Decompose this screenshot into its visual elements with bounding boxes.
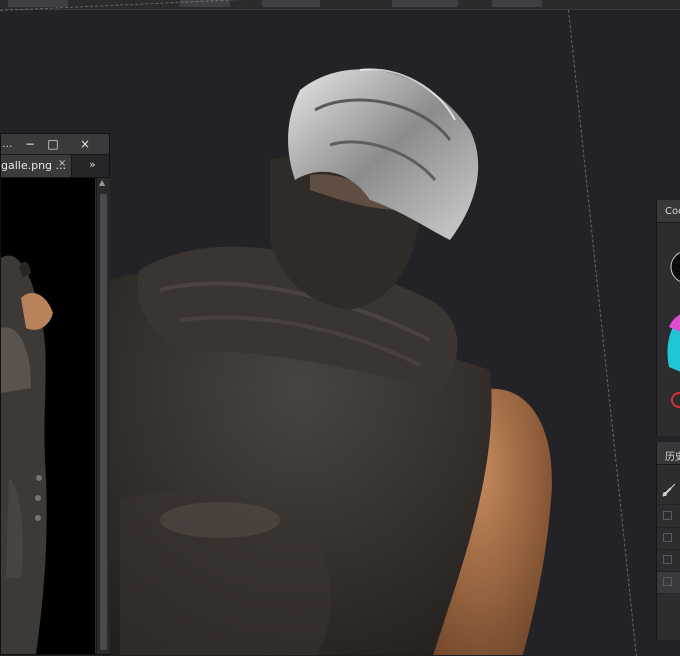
history-panel-title: 历史 [665,448,680,463]
minimize-button[interactable]: − [21,136,39,152]
maximize-button[interactable]: □ [44,136,62,152]
brush-icon [661,482,677,498]
document-tab-row: galle.png ... × » [1,155,109,178]
history-row[interactable] [657,528,680,550]
scrollbar-thumb[interactable] [100,194,107,650]
history-row[interactable] [657,550,680,572]
color-picker-handle [672,393,680,407]
color-panel-title: Coo [665,206,680,217]
history-row[interactable] [657,506,680,528]
menu-item[interactable] [8,0,68,7]
document-window-title: ... [2,137,13,150]
document-window-titlebar[interactable]: ... − □ × [1,134,109,155]
close-button[interactable]: × [76,136,94,152]
history-row-selected[interactable] [657,572,680,594]
character-thumbnail [1,178,95,654]
history-checkbox[interactable] [663,577,672,586]
document-window[interactable]: ... − □ × galle.png ... × » ▲ [0,133,110,655]
history-checkbox[interactable] [663,555,672,564]
color-panel[interactable]: Coo [656,200,680,436]
history-panel[interactable]: 历史 [656,442,680,640]
document-tab-label: galle.png ... [1,159,66,172]
menu-item[interactable] [262,0,320,7]
menu-item[interactable] [392,0,458,7]
history-checkbox[interactable] [663,533,672,542]
color-panel-header[interactable]: Coo [657,200,680,223]
scroll-up-arrow-icon[interactable]: ▲ [99,178,105,187]
document-tab[interactable]: galle.png ... × [1,155,72,177]
foreground-color-swatch [671,251,680,283]
vertical-scrollbar[interactable]: ▲ [96,178,110,654]
menu-item[interactable] [492,0,542,7]
document-canvas[interactable] [1,178,95,654]
tab-close-icon[interactable]: × [58,158,66,169]
history-snapshot-row[interactable] [657,476,680,505]
tab-overflow-icon[interactable]: » [89,158,96,171]
color-wheel[interactable] [657,222,680,436]
character-artwork [100,50,660,655]
history-checkbox[interactable] [663,511,672,520]
history-panel-header[interactable]: 历史 [657,442,680,465]
